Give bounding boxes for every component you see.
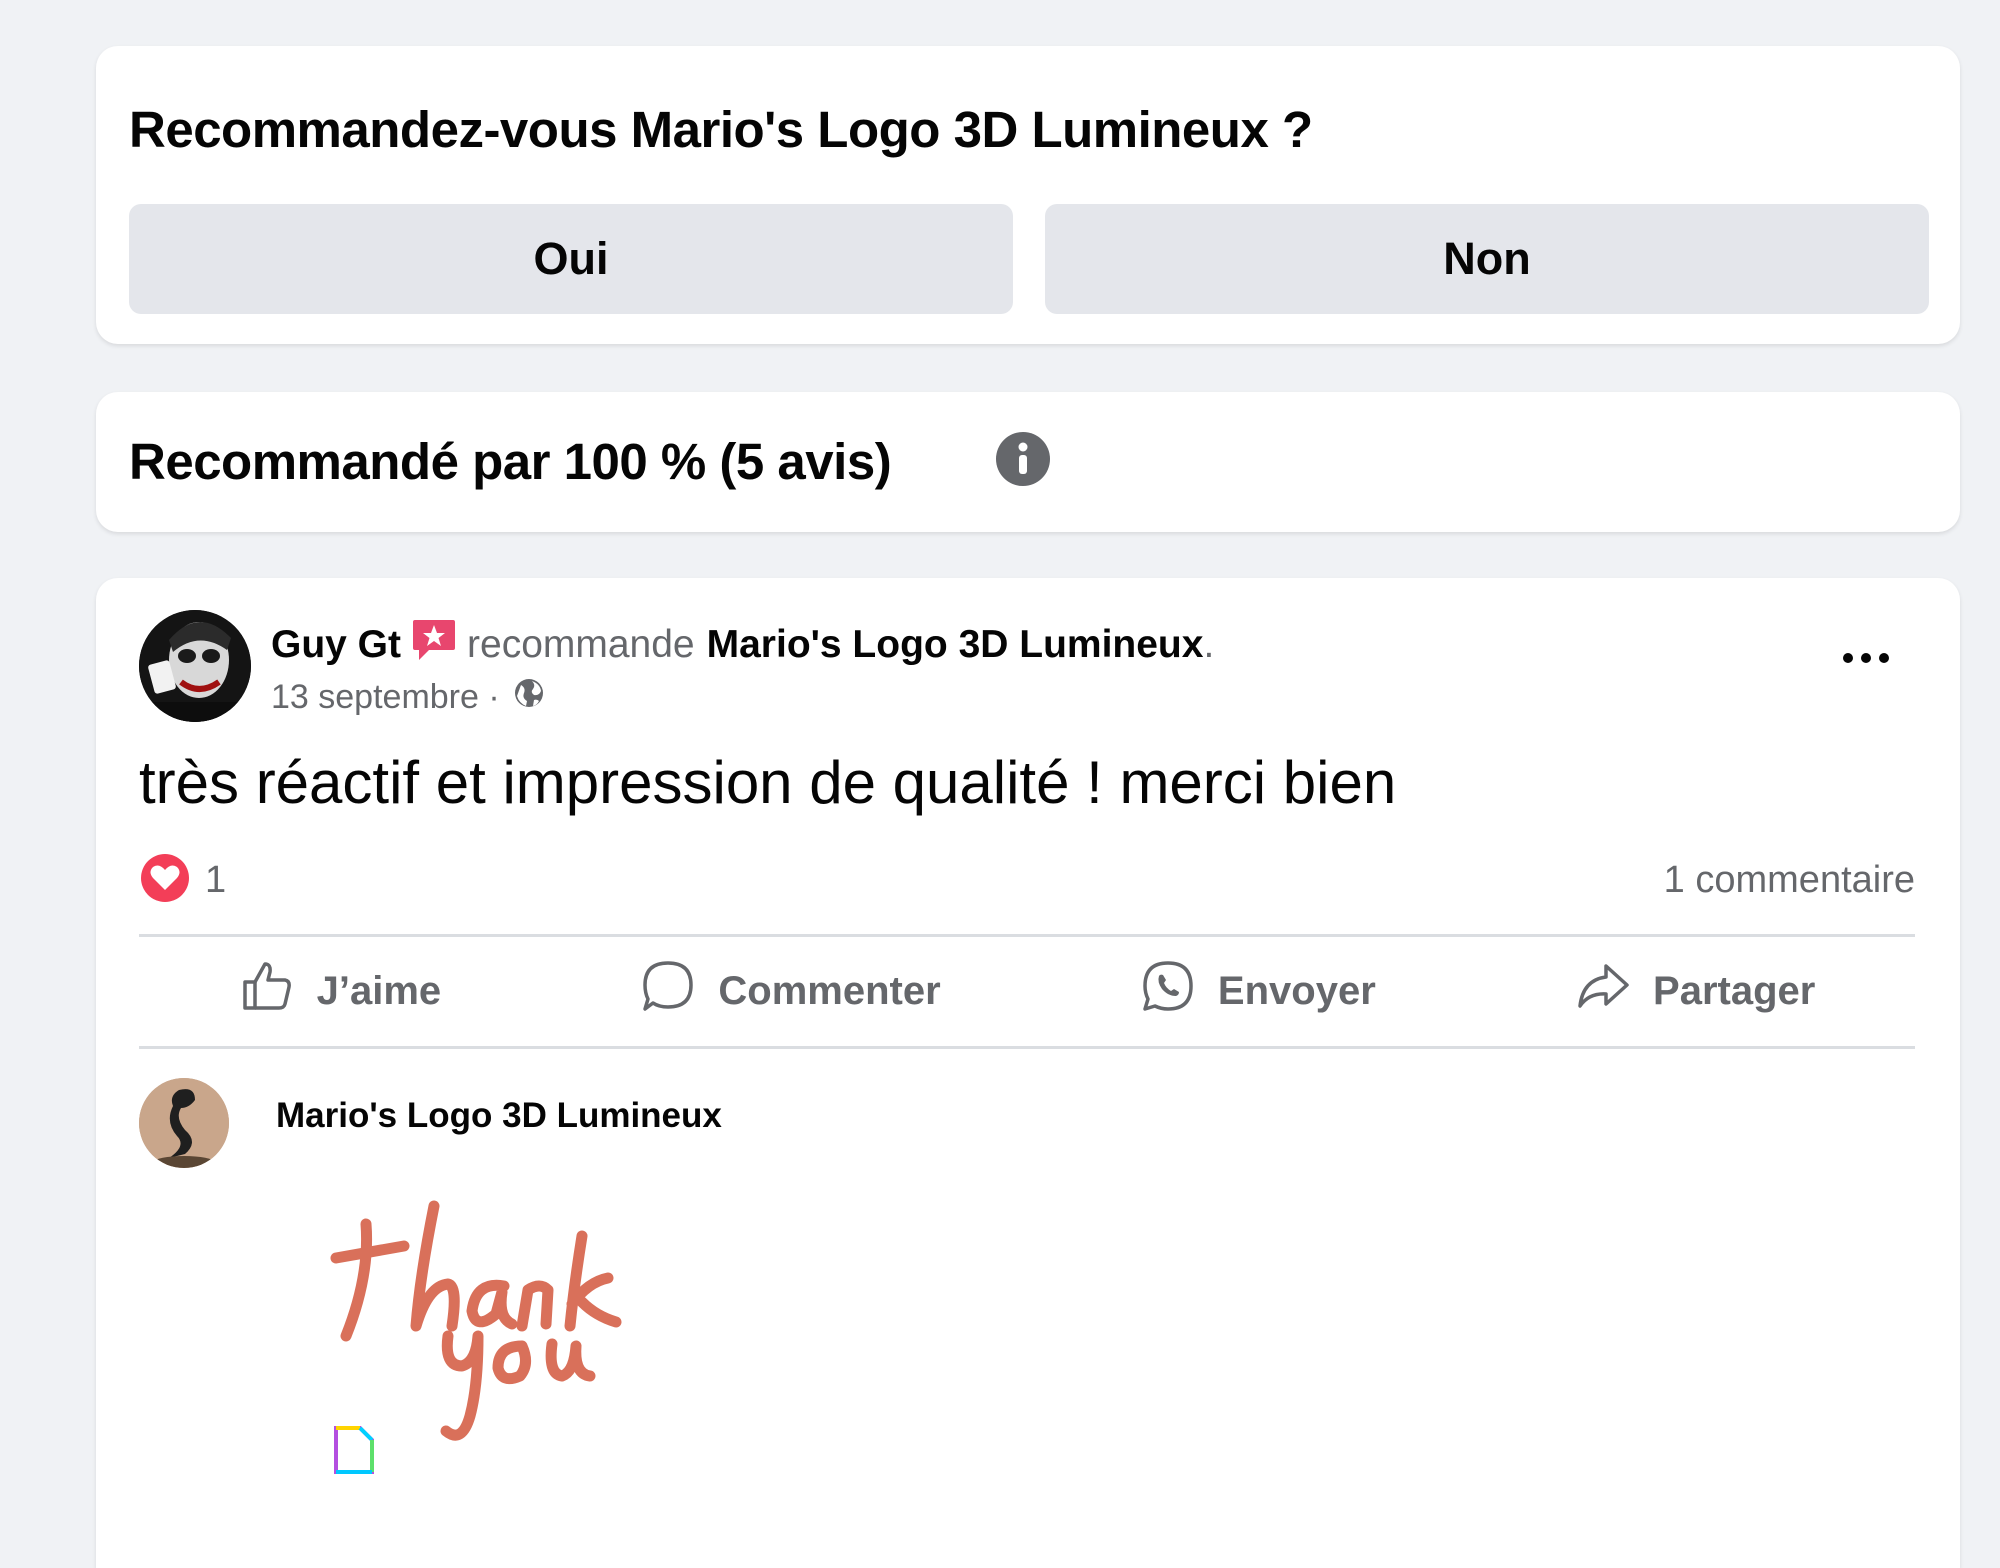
whatsapp-icon [1140, 958, 1196, 1024]
commenter-avatar[interactable] [139, 1078, 229, 1168]
globe-icon [512, 676, 546, 719]
comment-label: Commenter [718, 968, 941, 1013]
share-arrow-icon [1575, 958, 1631, 1024]
divider [139, 1046, 1915, 1049]
author-name[interactable]: Guy Gt [271, 623, 401, 667]
author-avatar[interactable] [139, 610, 251, 722]
comment-author-name[interactable]: Mario's Logo 3D Lumineux [276, 1096, 722, 1136]
share-button[interactable]: Partager [1545, 948, 1845, 1034]
post-header: Guy Gt recommande Mario's Logo 3D Lumine… [271, 618, 1214, 672]
recommended-page-link[interactable]: Mario's Logo 3D Lumineux [707, 623, 1204, 667]
post-date[interactable]: 13 septembre · [271, 678, 500, 717]
divider [139, 934, 1915, 937]
recommendation-summary-card: Recommandé par 100 % (5 avis) [96, 392, 1960, 532]
yes-button[interactable]: Oui [129, 204, 1013, 314]
send-label: Envoyer [1217, 968, 1376, 1013]
post-body-text: très réactif et impression de qualité ! … [139, 749, 1397, 816]
more-options-button[interactable] [1826, 628, 1906, 688]
comment-bubble-icon [640, 958, 696, 1024]
recommends-text: recommande [467, 623, 695, 666]
info-icon[interactable] [996, 432, 1050, 486]
reaction-summary-row: 1 1 commentaire [139, 850, 1915, 910]
love-reaction-icon [139, 852, 191, 909]
like-label: J’aime [316, 968, 442, 1013]
thumbs-up-icon [239, 958, 295, 1024]
reaction-count: 1 [205, 858, 227, 901]
review-post-card: Guy Gt recommande Mario's Logo 3D Lumine… [96, 578, 1960, 1568]
post-actions: J’aime Commenter Envoyer Partager [139, 940, 1915, 1042]
like-button[interactable]: J’aime [209, 948, 472, 1034]
post-meta: 13 septembre · [271, 676, 546, 719]
comment-button[interactable]: Commenter [610, 948, 970, 1034]
recommendation-summary-title: Recommandé par 100 % (5 avis) [129, 433, 892, 490]
share-label: Partager [1653, 968, 1816, 1013]
top-fan-badge-icon [411, 618, 457, 672]
recommend-question-card: Recommandez-vous Mario's Logo 3D Lumineu… [96, 46, 1960, 344]
thank-you-sticker [326, 1186, 656, 1456]
no-button[interactable]: Non [1045, 204, 1929, 314]
comment-count[interactable]: 1 commentaire [1664, 859, 1915, 902]
send-whatsapp-button[interactable]: Envoyer [1110, 948, 1406, 1034]
reactions-summary[interactable]: 1 [139, 852, 226, 909]
attachment-file-icon [332, 1424, 376, 1481]
header-period: . [1203, 623, 1215, 666]
recommend-question-title: Recommandez-vous Mario's Logo 3D Lumineu… [129, 101, 1313, 158]
